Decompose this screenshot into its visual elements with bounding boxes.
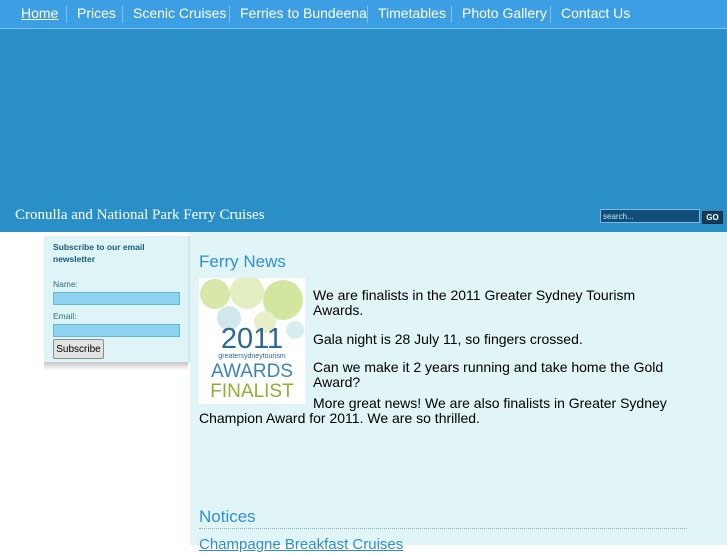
news-paragraph: Gala night is 28 July 11, so fingers cro… xyxy=(313,331,583,347)
news-paragraph: Can we make it 2 years running and take … xyxy=(313,359,664,390)
nav-home[interactable]: Home xyxy=(21,0,58,28)
subscribe-button[interactable]: Subscribe xyxy=(53,339,104,359)
news-paragraph: Champion Award for 2011. We are so thril… xyxy=(199,410,480,426)
ferry-news-heading: Ferry News xyxy=(199,252,286,271)
award-year: 2011 xyxy=(221,323,283,355)
email-field[interactable] xyxy=(53,324,180,337)
award-line2: FINALIST xyxy=(210,381,294,402)
news-paragraph: More great news! We are also finalists i… xyxy=(313,395,667,411)
notices-divider xyxy=(199,528,687,529)
nav-divider xyxy=(229,6,230,23)
nav-divider xyxy=(367,6,368,23)
header-banner: Cronulla and National Park Ferry Cruises… xyxy=(0,29,727,232)
site-title: Cronulla and National Park Ferry Cruises xyxy=(15,207,265,223)
nav-divider xyxy=(66,6,67,23)
nav-timetables[interactable]: Timetables xyxy=(378,0,446,28)
nav-contact-us[interactable]: Contact Us xyxy=(561,0,630,28)
nav-photo-gallery[interactable]: Photo Gallery xyxy=(462,0,547,28)
notices-heading: Notices xyxy=(199,507,256,526)
nav-ferries-to-bundeena[interactable]: Ferries to Bundeena xyxy=(240,0,367,28)
email-label: Email: xyxy=(53,311,77,321)
newsletter-box: Subscribe to our email newsletter Name: … xyxy=(44,236,190,362)
award-brand: greatersydneytourism xyxy=(218,353,285,360)
news-paragraph: We are finalists in the 2011 Greater Syd… xyxy=(313,287,636,318)
awards-finalist-image: 2011 greatersydneytourism AWARDS FINALIS… xyxy=(199,278,305,404)
nav-scenic-cruises[interactable]: Scenic Cruises xyxy=(133,0,226,28)
award-dot xyxy=(286,321,304,339)
newsletter-heading: Subscribe to our email newsletter xyxy=(53,242,145,264)
search-input[interactable] xyxy=(600,209,700,223)
name-label: Name: xyxy=(53,279,79,289)
nav-divider xyxy=(122,6,123,23)
sidebar-shadow xyxy=(44,362,188,370)
main-content: Ferry News 2011 greatersydneytourism AWA… xyxy=(190,232,727,553)
award-line1: AWARDS xyxy=(211,361,293,382)
name-field[interactable] xyxy=(53,292,180,305)
nav-divider xyxy=(550,6,551,23)
search-go-button[interactable]: GO xyxy=(702,211,723,224)
nav-prices[interactable]: Prices xyxy=(77,0,116,28)
award-dot xyxy=(200,279,230,309)
nav-divider xyxy=(451,6,452,23)
top-nav: Home Prices Scenic Cruises Ferries to Bu… xyxy=(0,0,727,29)
